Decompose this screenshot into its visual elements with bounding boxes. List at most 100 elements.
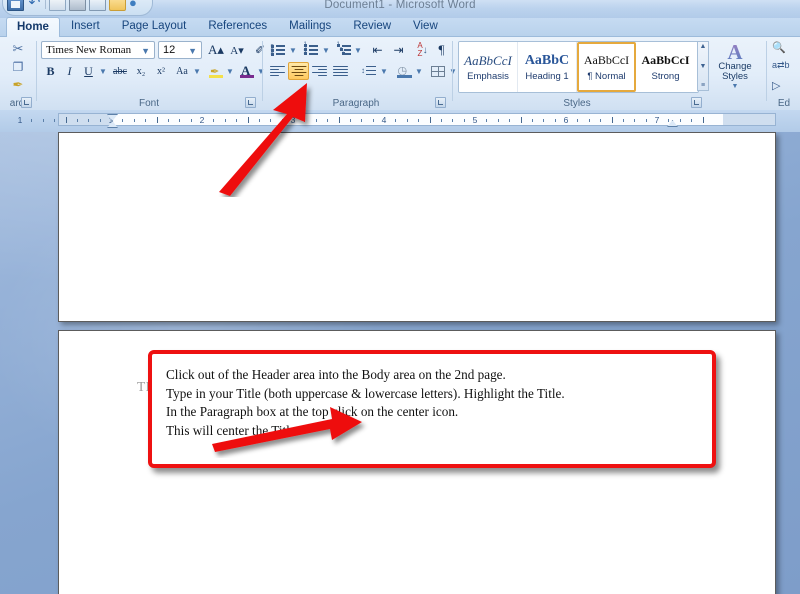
tab-insert[interactable]: Insert — [60, 17, 111, 36]
replace-button[interactable]: a⇄b — [772, 60, 790, 71]
shading-dropdown-icon[interactable]: ▼ — [414, 62, 424, 80]
copy-icon[interactable]: ❐ — [8, 58, 28, 75]
increase-indent-button[interactable]: ⇥ — [388, 41, 409, 59]
styles-dialog-launcher[interactable] — [691, 97, 702, 108]
font-dialog-launcher[interactable] — [245, 97, 256, 108]
clipboard-dialog-launcher[interactable] — [21, 97, 32, 108]
multilevel-list-button[interactable]: 1ai — [333, 41, 354, 59]
bold-button[interactable]: B — [41, 62, 60, 80]
undo-icon[interactable]: ↶ — [27, 0, 42, 10]
horizontal-ruler[interactable]: 11234567 — [18, 113, 776, 128]
print-icon[interactable] — [69, 0, 86, 11]
tab-home[interactable]: Home — [6, 17, 60, 37]
styles-gallery[interactable]: AaBbCcI Emphasis AaBbC Heading 1 AaBbCcI… — [458, 41, 699, 93]
change-styles-button[interactable]: A Change Styles ▼ — [712, 41, 758, 93]
show-formatting-marks-button[interactable]: ¶ — [432, 41, 451, 59]
tab-review[interactable]: Review — [342, 17, 402, 36]
document-page-1[interactable] — [58, 132, 776, 322]
document-canvas[interactable]: TITLE OF YOUR PAPER 2 Title of Your Pape… — [0, 132, 800, 594]
font-name-input[interactable]: Times New Roman ▼ — [41, 41, 155, 59]
grow-font-button[interactable]: A▴ — [206, 41, 226, 59]
justify-button[interactable] — [330, 62, 351, 80]
ruler-tick — [31, 119, 32, 122]
tab-page-layout[interactable]: Page Layout — [111, 17, 198, 36]
ruler-tick — [134, 119, 135, 122]
group-styles: AaBbCcI Emphasis AaBbC Heading 1 AaBbCcI… — [454, 37, 760, 110]
style-strong[interactable]: AaBbCcI Strong — [636, 42, 695, 92]
select-icon: ▷ — [772, 80, 781, 92]
align-center-button[interactable] — [288, 62, 309, 80]
align-left-button[interactable] — [267, 62, 288, 80]
ruler-tick — [452, 119, 453, 122]
group-divider — [452, 41, 453, 101]
numbering-button[interactable]: 123 — [300, 41, 321, 59]
align-right-button[interactable] — [309, 62, 330, 80]
quick-access-toolbar[interactable]: ↶ ● — [2, 0, 153, 16]
select-button[interactable]: ▷ — [772, 79, 780, 92]
chevron-down-icon[interactable]: ▼ — [141, 46, 150, 56]
decrease-indent-button[interactable]: ⇤ — [367, 41, 388, 59]
chevron-down-icon[interactable]: ▼ — [188, 46, 197, 56]
ruler-tick — [509, 119, 510, 122]
more-styles-icon[interactable]: ≡ — [701, 82, 705, 89]
numbering-dropdown-icon[interactable]: ▼ — [321, 41, 331, 59]
ruler-tick — [327, 119, 328, 122]
ruler-tick — [646, 119, 647, 122]
open-icon[interactable] — [109, 0, 126, 11]
ruler-number: 6 — [563, 115, 569, 125]
ruler-tick — [532, 119, 533, 122]
print-preview-icon[interactable] — [89, 0, 106, 11]
font-size-input[interactable]: 12 ▼ — [158, 41, 202, 59]
ruler-tick — [361, 119, 362, 122]
find-button[interactable]: 🔍 — [772, 41, 786, 54]
shading-button[interactable]: ◷ — [393, 62, 415, 80]
highlight-dropdown-icon[interactable]: ▼ — [225, 62, 235, 80]
line-spacing-dropdown-icon[interactable]: ▼ — [379, 62, 389, 80]
change-case-dropdown-icon[interactable]: ▼ — [192, 62, 202, 80]
superscript-button[interactable]: x² — [151, 62, 171, 80]
ruler-tick — [418, 119, 419, 122]
paragraph-dialog-launcher[interactable] — [435, 97, 446, 108]
font-color-button[interactable]: A — [237, 62, 257, 80]
subscript-button[interactable]: x₂ — [131, 62, 151, 80]
save-icon[interactable] — [7, 0, 24, 11]
group-divider — [262, 41, 263, 101]
customize-qat-icon[interactable]: ● — [129, 0, 144, 10]
styles-gallery-scrollbar[interactable]: ▲ ▼ ≡ — [697, 41, 709, 91]
italic-button[interactable]: I — [60, 62, 79, 80]
scroll-down-icon[interactable]: ▼ — [700, 63, 707, 70]
cut-icon[interactable]: ✂ — [8, 40, 28, 57]
multilevel-dropdown-icon[interactable]: ▼ — [353, 41, 363, 59]
sort-button[interactable]: A Z ↓ — [413, 41, 432, 59]
group-label-paragraph: Paragraph — [332, 98, 380, 109]
bullets-dropdown-icon[interactable]: ▼ — [288, 41, 298, 59]
change-case-button[interactable]: Aa — [171, 62, 193, 80]
underline-dropdown-icon[interactable]: ▼ — [98, 62, 108, 80]
redo-icon[interactable] — [49, 0, 66, 11]
ruler-number: 3 — [290, 115, 296, 125]
style-preview: AaBbCcI — [464, 52, 512, 68]
style-normal[interactable]: AaBbCcI ¶ Normal — [577, 42, 636, 92]
tab-view[interactable]: View — [402, 17, 449, 36]
ruler-tick — [464, 119, 465, 122]
tab-mailings[interactable]: Mailings — [278, 17, 342, 36]
strikethrough-button[interactable]: abc — [109, 62, 131, 80]
ruler-tick — [555, 119, 556, 122]
text-highlight-button[interactable]: ✒ — [206, 62, 226, 80]
format-painter-icon[interactable]: ✒ — [8, 76, 28, 93]
ruler-tick — [304, 119, 305, 122]
line-spacing-button[interactable]: ↕ — [357, 62, 380, 80]
tab-references[interactable]: References — [197, 17, 278, 36]
shrink-font-button[interactable]: A▾ — [227, 41, 247, 59]
style-emphasis[interactable]: AaBbCcI Emphasis — [459, 42, 518, 92]
style-heading-1[interactable]: AaBbC Heading 1 — [518, 42, 577, 92]
group-label-font: Font — [138, 98, 159, 109]
scroll-up-icon[interactable]: ▲ — [700, 43, 707, 50]
bullets-button[interactable]: ■ ■ ■ — [267, 41, 288, 59]
borders-button[interactable] — [427, 62, 449, 80]
ruler-tick — [225, 119, 226, 122]
ruler-tick — [395, 119, 396, 122]
ruler-tick — [373, 119, 374, 122]
chevron-down-icon[interactable]: ▼ — [732, 82, 739, 92]
underline-button[interactable]: U — [79, 62, 98, 80]
